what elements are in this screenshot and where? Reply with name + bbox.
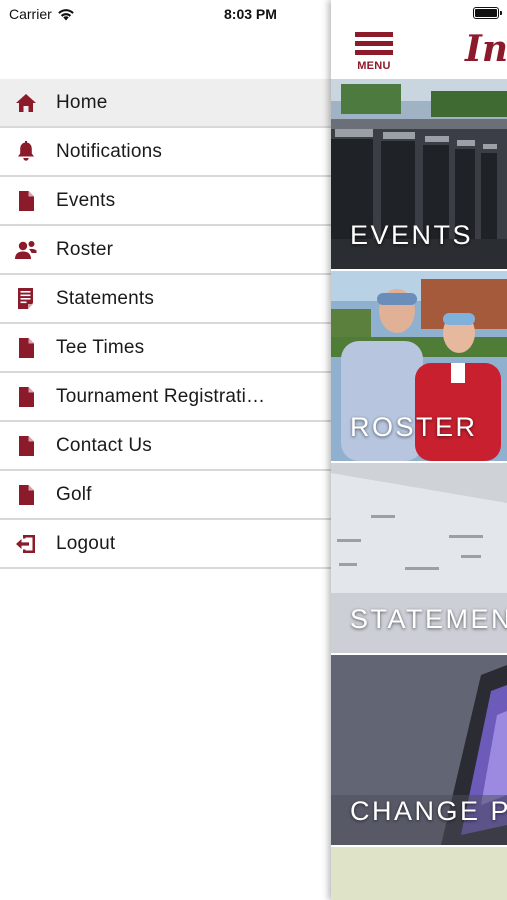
menu-item-label: Contact Us bbox=[56, 434, 152, 456]
menu-item-home[interactable]: Home bbox=[0, 79, 331, 128]
carrier-indicator: Carrier bbox=[9, 6, 75, 22]
document-icon bbox=[0, 324, 50, 371]
menu-item-label: Home bbox=[56, 91, 108, 113]
menu-item-label: Notifications bbox=[56, 140, 163, 162]
status-bar: Carrier 8:03 PM bbox=[0, 0, 507, 30]
menu-item-contact-us[interactable]: Contact Us bbox=[0, 422, 331, 471]
menu-item-tournament-registration[interactable]: Tournament Registrati… bbox=[0, 373, 331, 422]
menu-item-golf[interactable]: Golf bbox=[0, 471, 331, 520]
menu-button[interactable]: MENU bbox=[353, 32, 395, 74]
menu-item-statements[interactable]: Statements bbox=[0, 275, 331, 324]
carrier-label: Carrier bbox=[9, 6, 52, 22]
statement-icon bbox=[0, 275, 50, 322]
tile-statements[interactable]: STATEMEN bbox=[331, 463, 507, 653]
tile-events[interactable]: EVENTS bbox=[331, 79, 507, 269]
document-icon bbox=[0, 177, 50, 224]
logout-icon bbox=[0, 520, 50, 567]
drawer-menu: Home Notifications Events Roster Stateme bbox=[0, 79, 331, 569]
hamburger-icon bbox=[355, 32, 393, 37]
menu-item-roster[interactable]: Roster bbox=[0, 226, 331, 275]
menu-item-label: Events bbox=[56, 189, 116, 211]
tile-roster[interactable]: ROSTER bbox=[331, 271, 507, 461]
tile-label: ROSTER bbox=[350, 412, 478, 442]
tile-label: STATEMEN bbox=[350, 604, 507, 634]
document-icon bbox=[0, 471, 50, 518]
hamburger-bar bbox=[355, 50, 393, 55]
menu-item-label: Logout bbox=[56, 532, 116, 554]
document-icon bbox=[0, 373, 50, 420]
tile-label: CHANGE P bbox=[350, 796, 507, 826]
tile-change-password[interactable]: CHANGE P bbox=[331, 655, 507, 845]
menu-item-label: Tee Times bbox=[56, 336, 145, 358]
menu-item-notifications[interactable]: Notifications bbox=[0, 128, 331, 177]
bell-icon bbox=[0, 128, 50, 175]
users-icon bbox=[0, 226, 50, 273]
menu-button-label: MENU bbox=[357, 60, 391, 72]
club-logo: In bbox=[465, 28, 507, 70]
document-icon bbox=[0, 422, 50, 469]
menu-item-tee-times[interactable]: Tee Times bbox=[0, 324, 331, 373]
home-icon bbox=[0, 79, 50, 126]
tile-label: EVENTS bbox=[350, 220, 474, 250]
clock: 8:03 PM bbox=[224, 6, 277, 22]
battery-icon bbox=[473, 7, 502, 19]
wifi-icon bbox=[57, 8, 74, 20]
menu-item-label: Statements bbox=[56, 287, 155, 309]
side-drawer: Home Notifications Events Roster Stateme bbox=[0, 0, 331, 900]
menu-item-label: Golf bbox=[56, 483, 92, 505]
menu-item-label: Tournament Registrati… bbox=[56, 385, 266, 407]
menu-item-events[interactable]: Events bbox=[0, 177, 331, 226]
menu-item-logout[interactable]: Logout bbox=[0, 520, 331, 569]
main-panel: MENU In EVENTS ROSTER STATEMEN CHANGE P bbox=[331, 0, 507, 900]
hamburger-bar bbox=[355, 41, 393, 46]
tile-next[interactable] bbox=[331, 847, 507, 900]
menu-item-label: Roster bbox=[56, 238, 114, 260]
